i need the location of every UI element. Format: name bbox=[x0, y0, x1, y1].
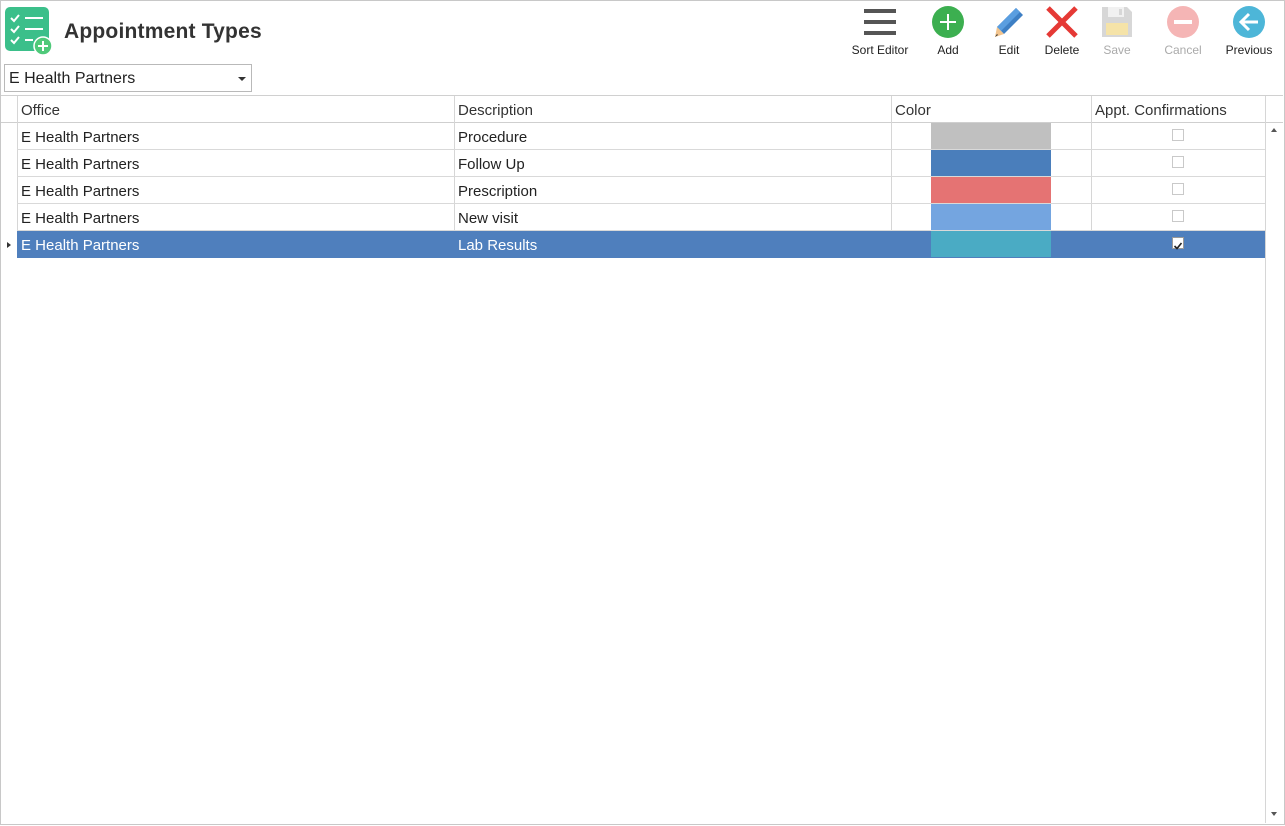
appointment-types-grid: Office Description Color Appt. Confirmat… bbox=[1, 95, 1283, 823]
row-header-corner bbox=[1, 96, 17, 123]
floppy-disk-icon bbox=[1099, 4, 1135, 40]
color-swatch bbox=[931, 231, 1051, 257]
previous-button[interactable]: Previous bbox=[1224, 4, 1274, 62]
edit-label: Edit bbox=[998, 43, 1020, 57]
office-cell: E Health Partners bbox=[21, 210, 140, 227]
save-button[interactable]: Save bbox=[1097, 4, 1137, 62]
hamburger-icon bbox=[862, 4, 898, 40]
confirmations-checkbox[interactable] bbox=[1172, 237, 1184, 250]
description-cell: Lab Results bbox=[458, 237, 538, 254]
scroll-down-icon[interactable] bbox=[1271, 812, 1277, 816]
scrollbar-header bbox=[1265, 96, 1283, 123]
previous-label: Previous bbox=[1225, 43, 1273, 57]
color-swatch bbox=[931, 177, 1051, 203]
column-header-appt-confirmations[interactable]: Appt. Confirmations bbox=[1091, 96, 1265, 123]
delete-label: Delete bbox=[1044, 43, 1080, 57]
edit-button[interactable]: Edit bbox=[989, 4, 1029, 62]
color-swatch bbox=[931, 123, 1051, 149]
confirmations-checkbox[interactable] bbox=[1172, 156, 1184, 168]
office-cell: E Health Partners bbox=[21, 183, 140, 200]
delete-button[interactable]: Delete bbox=[1042, 4, 1082, 62]
table-row[interactable]: E Health Partners Procedure bbox=[17, 123, 1265, 150]
confirmations-checkbox[interactable] bbox=[1172, 183, 1184, 195]
description-cell: Prescription bbox=[458, 183, 538, 200]
plus-circle-icon bbox=[930, 4, 966, 40]
description-cell: New visit bbox=[458, 210, 519, 227]
save-label: Save bbox=[1103, 43, 1131, 57]
current-row-indicator bbox=[7, 242, 11, 248]
office-cell: E Health Partners bbox=[21, 156, 140, 173]
description-cell: Procedure bbox=[458, 129, 528, 146]
office-cell: E Health Partners bbox=[21, 237, 140, 254]
table-row[interactable]: E Health Partners Prescription bbox=[17, 177, 1265, 204]
description-cell: Follow Up bbox=[458, 156, 525, 173]
confirmations-checkbox[interactable] bbox=[1172, 210, 1184, 222]
sort-editor-button[interactable]: Sort Editor bbox=[850, 4, 910, 62]
page-title: Appointment Types bbox=[64, 20, 262, 43]
cancel-button[interactable]: Cancel bbox=[1163, 4, 1203, 62]
sort-editor-label: Sort Editor bbox=[851, 43, 909, 57]
pencil-icon bbox=[991, 4, 1027, 40]
confirmations-checkbox[interactable] bbox=[1172, 129, 1184, 141]
table-row[interactable]: E Health Partners New visit bbox=[17, 204, 1265, 231]
table-row[interactable]: E Health Partners Follow Up bbox=[17, 150, 1265, 177]
column-header-color[interactable]: Color bbox=[891, 96, 1091, 123]
scrollbar-track[interactable] bbox=[1265, 96, 1266, 823]
column-header-description[interactable]: Description bbox=[454, 96, 891, 123]
checklist-add-icon bbox=[5, 7, 53, 56]
chevron-down-icon[interactable] bbox=[238, 77, 246, 81]
cancel-label: Cancel bbox=[1164, 43, 1202, 57]
column-header-office[interactable]: Office bbox=[17, 96, 454, 123]
minus-circle-icon bbox=[1165, 4, 1201, 40]
table-row[interactable]: E Health Partners Lab Results bbox=[17, 231, 1265, 258]
arrow-left-circle-icon bbox=[1231, 4, 1267, 40]
add-button[interactable]: Add bbox=[928, 4, 968, 62]
x-icon bbox=[1044, 4, 1080, 40]
office-dropdown[interactable]: E Health Partners bbox=[4, 64, 252, 92]
office-cell: E Health Partners bbox=[21, 129, 140, 146]
scroll-up-icon[interactable] bbox=[1271, 128, 1277, 132]
office-dropdown-value: E Health Partners bbox=[9, 70, 136, 87]
color-swatch bbox=[931, 204, 1051, 230]
color-swatch bbox=[931, 150, 1051, 176]
add-label: Add bbox=[937, 43, 959, 57]
